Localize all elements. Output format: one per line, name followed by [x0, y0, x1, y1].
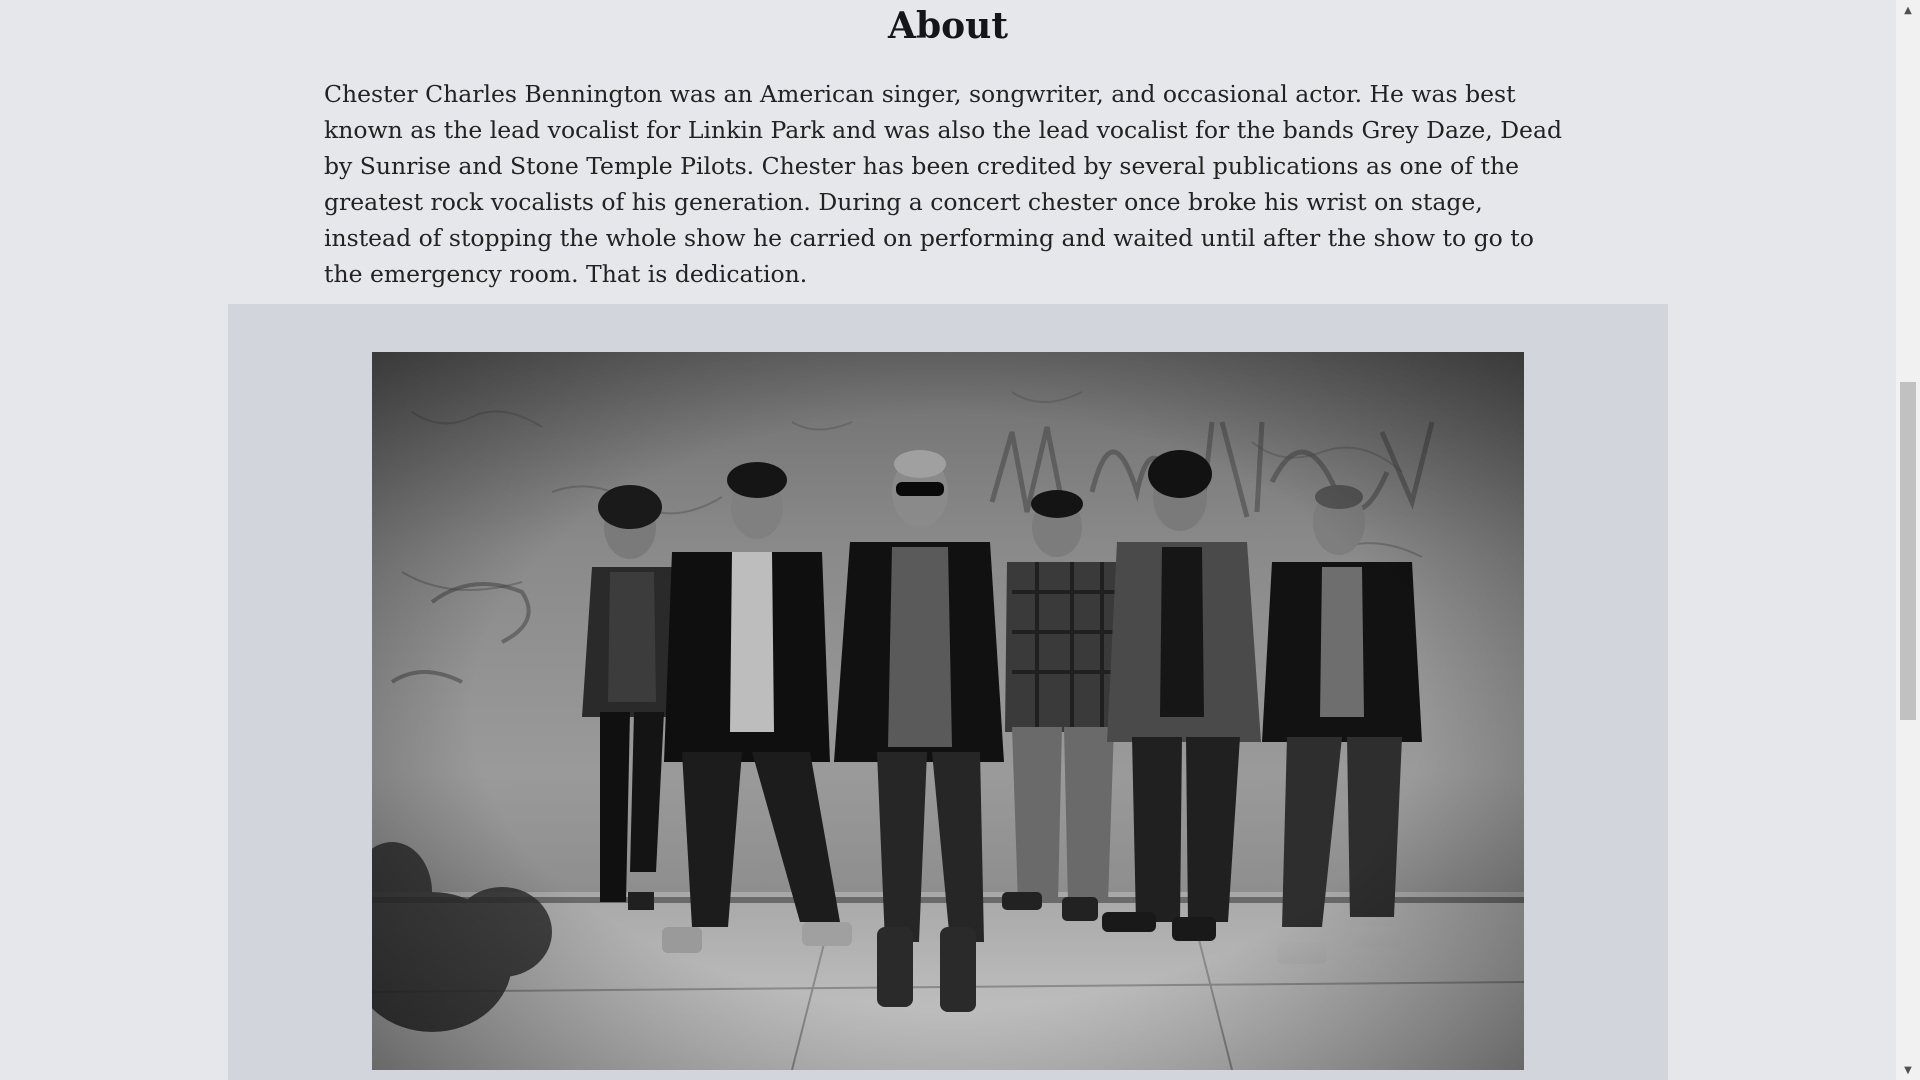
- band-photo-image: [372, 352, 1524, 1070]
- vertical-scrollbar[interactable]: ▲ ▼: [1896, 0, 1920, 1080]
- arrow-down-icon[interactable]: ▼: [1896, 1060, 1920, 1080]
- about-paragraph: Chester Charles Bennington was an Americ…: [324, 80, 1562, 288]
- about-heading: About: [888, 5, 1008, 47]
- band-photo: [372, 352, 1524, 1070]
- scrollbar-thumb[interactable]: [1900, 382, 1916, 720]
- page: About Chester Charles Bennington was an …: [0, 0, 1896, 1080]
- photo-panel: [228, 304, 1668, 1080]
- arrow-up-icon[interactable]: ▲: [1896, 0, 1920, 20]
